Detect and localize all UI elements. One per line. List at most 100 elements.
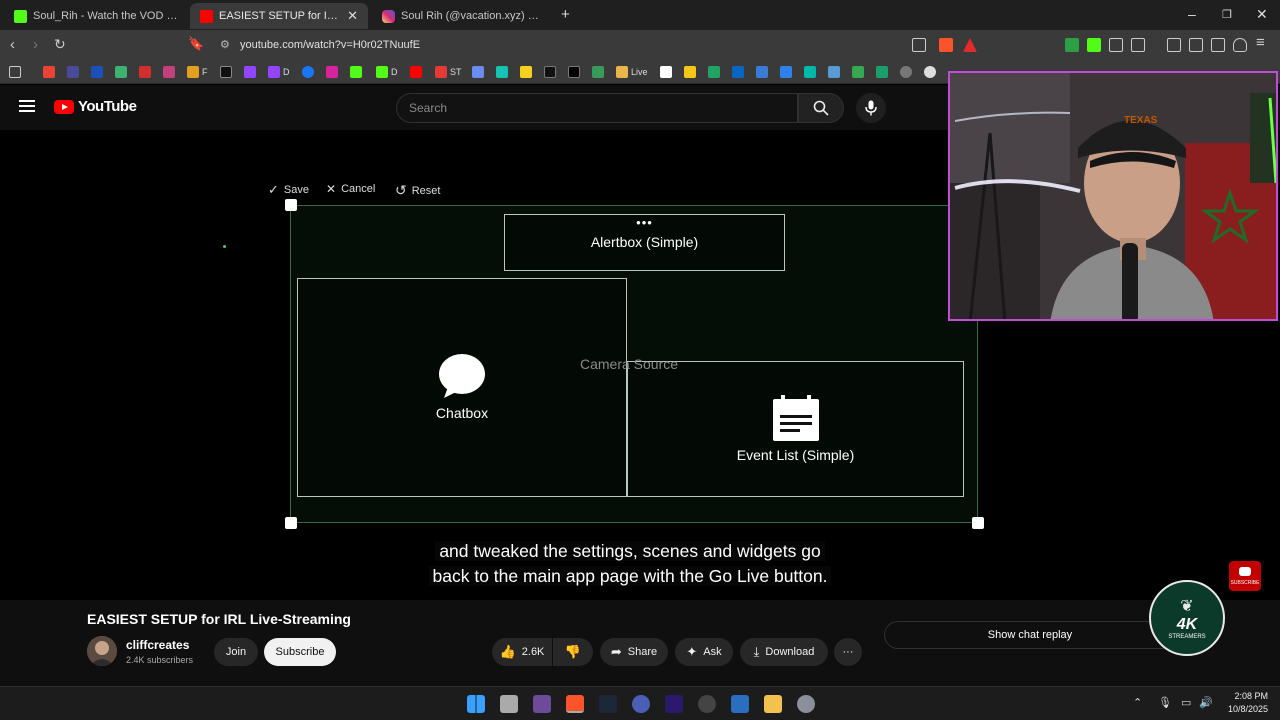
bookmark-icon[interactable] — [684, 65, 696, 78]
reset-label: Reset — [411, 184, 441, 197]
folder-live-bookmark[interactable]: Live — [616, 65, 648, 78]
wallet-icon[interactable] — [1211, 38, 1225, 52]
open-external-icon[interactable] — [912, 38, 926, 52]
vpn-shield-icon[interactable] — [1233, 38, 1247, 52]
bookmark-icon[interactable] — [900, 65, 912, 78]
back-icon[interactable]: ‹ — [10, 36, 15, 53]
media-control-icon[interactable] — [1167, 38, 1181, 52]
bookmark-icon[interactable] — [876, 65, 888, 78]
bookmark-icon[interactable] — [520, 65, 532, 78]
file-explorer-icon[interactable] — [764, 695, 782, 713]
bookmark-icon[interactable] — [732, 65, 744, 78]
chevron-up-icon[interactable]: ⌃ — [1133, 696, 1142, 709]
bookmark-icon[interactable] — [472, 65, 484, 78]
video-captions: and tweaked the settings, scenes and wid… — [385, 539, 875, 589]
bookmark-icon[interactable] — [592, 65, 604, 78]
bookmark-icon[interactable] — [924, 65, 936, 78]
more-actions-button[interactable]: ··· — [834, 638, 862, 666]
address-bar[interactable]: ⚙ youtube.com/watch?v=H0r02TNuufE — [212, 33, 982, 57]
system-clock[interactable]: 2:08 PM 10/8/2025 — [1228, 690, 1268, 716]
forward-icon[interactable]: › — [33, 36, 38, 53]
tab-kick[interactable]: Soul_Rih - Watch the VOD on Kick — [4, 3, 188, 29]
guide-menu-icon[interactable] — [19, 100, 35, 112]
apps-grid-icon[interactable] — [9, 65, 21, 78]
settings-icon[interactable] — [797, 695, 815, 713]
x-bookmark-icon[interactable] — [568, 65, 580, 78]
bookmark-st[interactable]: ST — [435, 65, 462, 78]
reload-icon[interactable]: ↻ — [54, 36, 66, 53]
video-player[interactable]: ✓ Save ✕ Cancel ↺ Reset ••• Alertbox (Si… — [0, 71, 1280, 600]
network-icon[interactable]: ▭ — [1181, 696, 1191, 709]
bookmark-icon[interactable] — [163, 65, 175, 78]
bookmark-page-icon[interactable]: 🔖 — [188, 36, 204, 52]
screenshot-icon[interactable] — [1131, 38, 1145, 52]
bookmark-icon[interactable] — [708, 65, 720, 78]
download-bookmark-icon[interactable] — [139, 65, 151, 78]
ask-button[interactable]: ✦ Ask — [675, 638, 733, 666]
microphone-tray-icon[interactable]: 🎙 — [1158, 696, 1172, 709]
close-window-icon[interactable]: ✕ — [1256, 6, 1268, 23]
steam-icon[interactable] — [599, 695, 617, 713]
app-icon[interactable] — [533, 695, 551, 713]
brave-browser-icon[interactable] — [566, 695, 584, 713]
instagram-bookmark-icon[interactable] — [326, 65, 338, 78]
4k-streamers-logo: ❦ 4K STREAMERS — [1149, 580, 1225, 656]
tab-youtube[interactable]: EASIEST SETUP for IRL Live-St... ✕ — [190, 3, 368, 29]
amazon-bookmark-icon[interactable] — [660, 65, 672, 78]
extensions-puzzle-icon[interactable] — [1109, 38, 1123, 52]
brave-shields-icon[interactable] — [939, 38, 953, 52]
bookmark-icon[interactable] — [852, 65, 864, 78]
bookmark-d2[interactable]: D — [376, 65, 398, 78]
bookmark-icon[interactable] — [115, 65, 127, 78]
download-button[interactable]: ⤓ Download — [740, 638, 828, 666]
youtube-bookmark-icon[interactable] — [410, 65, 422, 78]
premiere-pro-icon[interactable] — [665, 695, 683, 713]
bookmark-icon[interactable] — [780, 65, 792, 78]
tiktok-bookmark-icon[interactable] — [544, 65, 556, 78]
tab-title: EASIEST SETUP for IRL Live-St... — [219, 10, 341, 22]
site-settings-icon[interactable]: ⚙ — [220, 38, 230, 51]
facebook-bookmark-icon[interactable] — [302, 65, 314, 78]
minimize-icon[interactable]: – — [1188, 6, 1196, 22]
bookmark-icon[interactable] — [220, 65, 232, 78]
close-tab-icon[interactable]: ✕ — [347, 8, 358, 24]
search-button[interactable] — [798, 93, 844, 123]
new-tab-button[interactable]: + — [561, 6, 570, 23]
task-view-icon[interactable] — [500, 695, 518, 713]
search-input[interactable]: Search — [396, 93, 798, 123]
gmail-bookmark-icon[interactable] — [43, 65, 55, 78]
channel-avatar[interactable] — [87, 636, 117, 666]
youtube-logo[interactable]: YouTube — [54, 98, 137, 115]
bookmark-icon[interactable] — [828, 65, 840, 78]
bookmark-d[interactable]: D — [268, 65, 290, 78]
kick-extension-icon[interactable] — [1087, 38, 1101, 52]
bookmark-icon[interactable] — [756, 65, 768, 78]
caption-line: back to the main app page with the Go Li… — [428, 566, 832, 586]
obs-icon[interactable] — [698, 695, 716, 713]
app-icon[interactable] — [632, 695, 650, 713]
bookmark-f[interactable]: F — [187, 65, 208, 78]
bookmark-icon[interactable] — [496, 65, 508, 78]
menu-icon[interactable]: ≡ — [1256, 34, 1265, 51]
extension-icon[interactable] — [1065, 38, 1079, 52]
channel-name[interactable]: cliffcreates — [126, 638, 189, 652]
bookmark-icon[interactable] — [67, 65, 79, 78]
download-icon: ⤓ — [753, 644, 760, 659]
kick-bookmark-icon[interactable] — [350, 65, 362, 78]
twitch-bookmark-icon[interactable] — [244, 65, 256, 78]
bookmark-icon[interactable] — [91, 65, 103, 78]
join-button[interactable]: Join — [214, 638, 258, 666]
bookmark-icon[interactable] — [804, 65, 816, 78]
sidebar-icon[interactable] — [1189, 38, 1203, 52]
maximize-icon[interactable]: ❐ — [1222, 8, 1232, 21]
dislike-button[interactable]: 👎 — [553, 638, 593, 666]
voice-search-button[interactable] — [856, 93, 886, 123]
windows-start-icon[interactable] — [467, 695, 485, 713]
share-button[interactable]: ➦ Share — [600, 638, 668, 666]
tab-instagram[interactable]: Soul Rih (@vacation.xyz) · Instagram — [372, 3, 552, 29]
volume-icon[interactable]: 🔊 — [1199, 696, 1213, 709]
photos-icon[interactable] — [731, 695, 749, 713]
subscribe-button[interactable]: Subscribe — [264, 638, 336, 666]
show-chat-replay-button[interactable]: Show chat replay — [884, 621, 1176, 649]
like-button[interactable]: 👍 2.6K — [492, 638, 552, 666]
